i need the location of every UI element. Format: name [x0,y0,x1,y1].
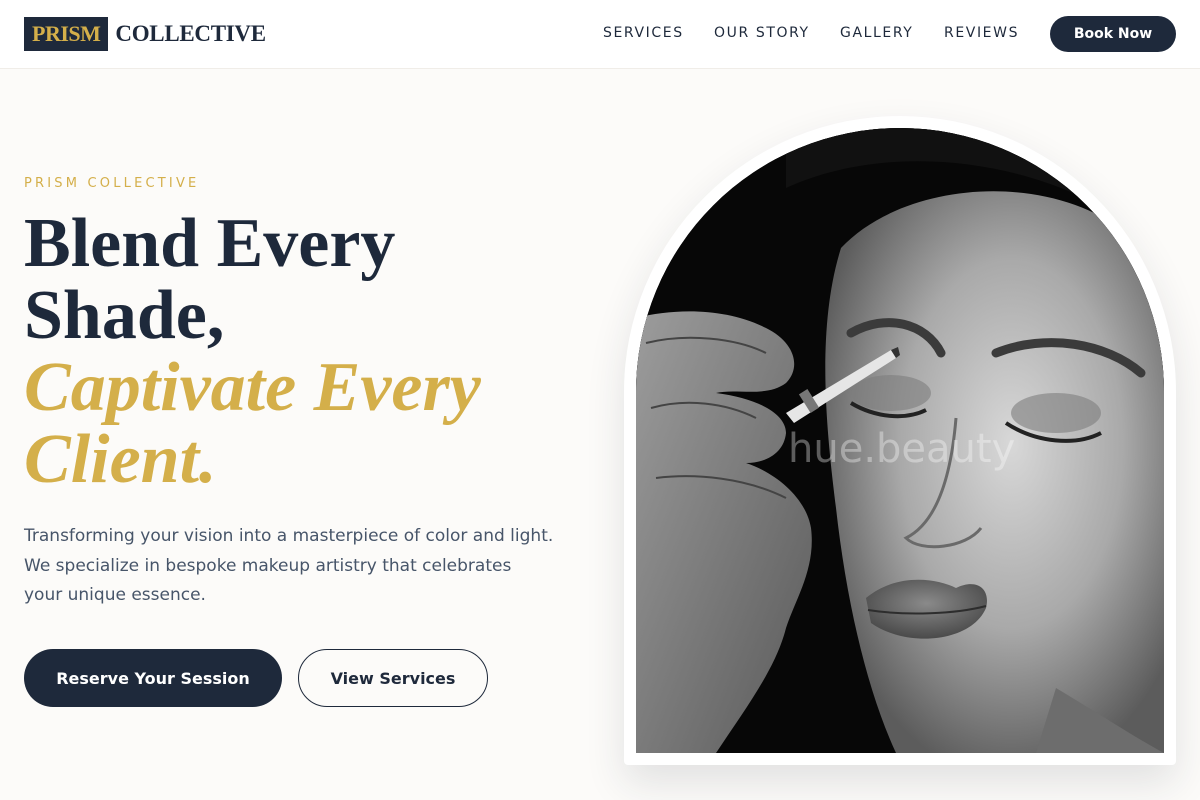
reserve-session-button[interactable]: Reserve Your Session [24,649,282,707]
headline-accent-line-2: Client. [24,421,217,498]
hero-image-makeup-application: hue.beauty [636,128,1164,753]
brand-logo-mark: PRISM [24,17,109,51]
view-services-button[interactable]: View Services [298,649,488,707]
headline-accent-line-1: Captivate Every [24,349,481,426]
site-header: PRISM COLLECTIVE SERVICES OUR STORY GALL… [0,0,1200,69]
nav-item-reviews[interactable]: REVIEWS [944,25,1019,41]
book-now-button[interactable]: Book Now [1050,16,1176,52]
hero-headline: Blend Every Shade, Captivate Every Clien… [24,208,584,496]
nav-item-services[interactable]: SERVICES [603,25,684,41]
headline-line-1: Blend Every [24,205,396,282]
hero-eyebrow: PRISM COLLECTIVE [24,176,200,191]
brand-logo[interactable]: PRISM COLLECTIVE [24,17,266,51]
hero-description: Transforming your vision into a masterpi… [24,526,554,605]
image-watermark: hue.beauty [788,426,1016,472]
nav-item-our-story[interactable]: OUR STORY [714,25,810,41]
brand-logo-word: COLLECTIVE [115,21,266,46]
headline-line-2: Shade, [24,277,225,354]
nav-item-gallery[interactable]: GALLERY [840,25,913,41]
hero-image-frame: hue.beauty [624,116,1176,765]
